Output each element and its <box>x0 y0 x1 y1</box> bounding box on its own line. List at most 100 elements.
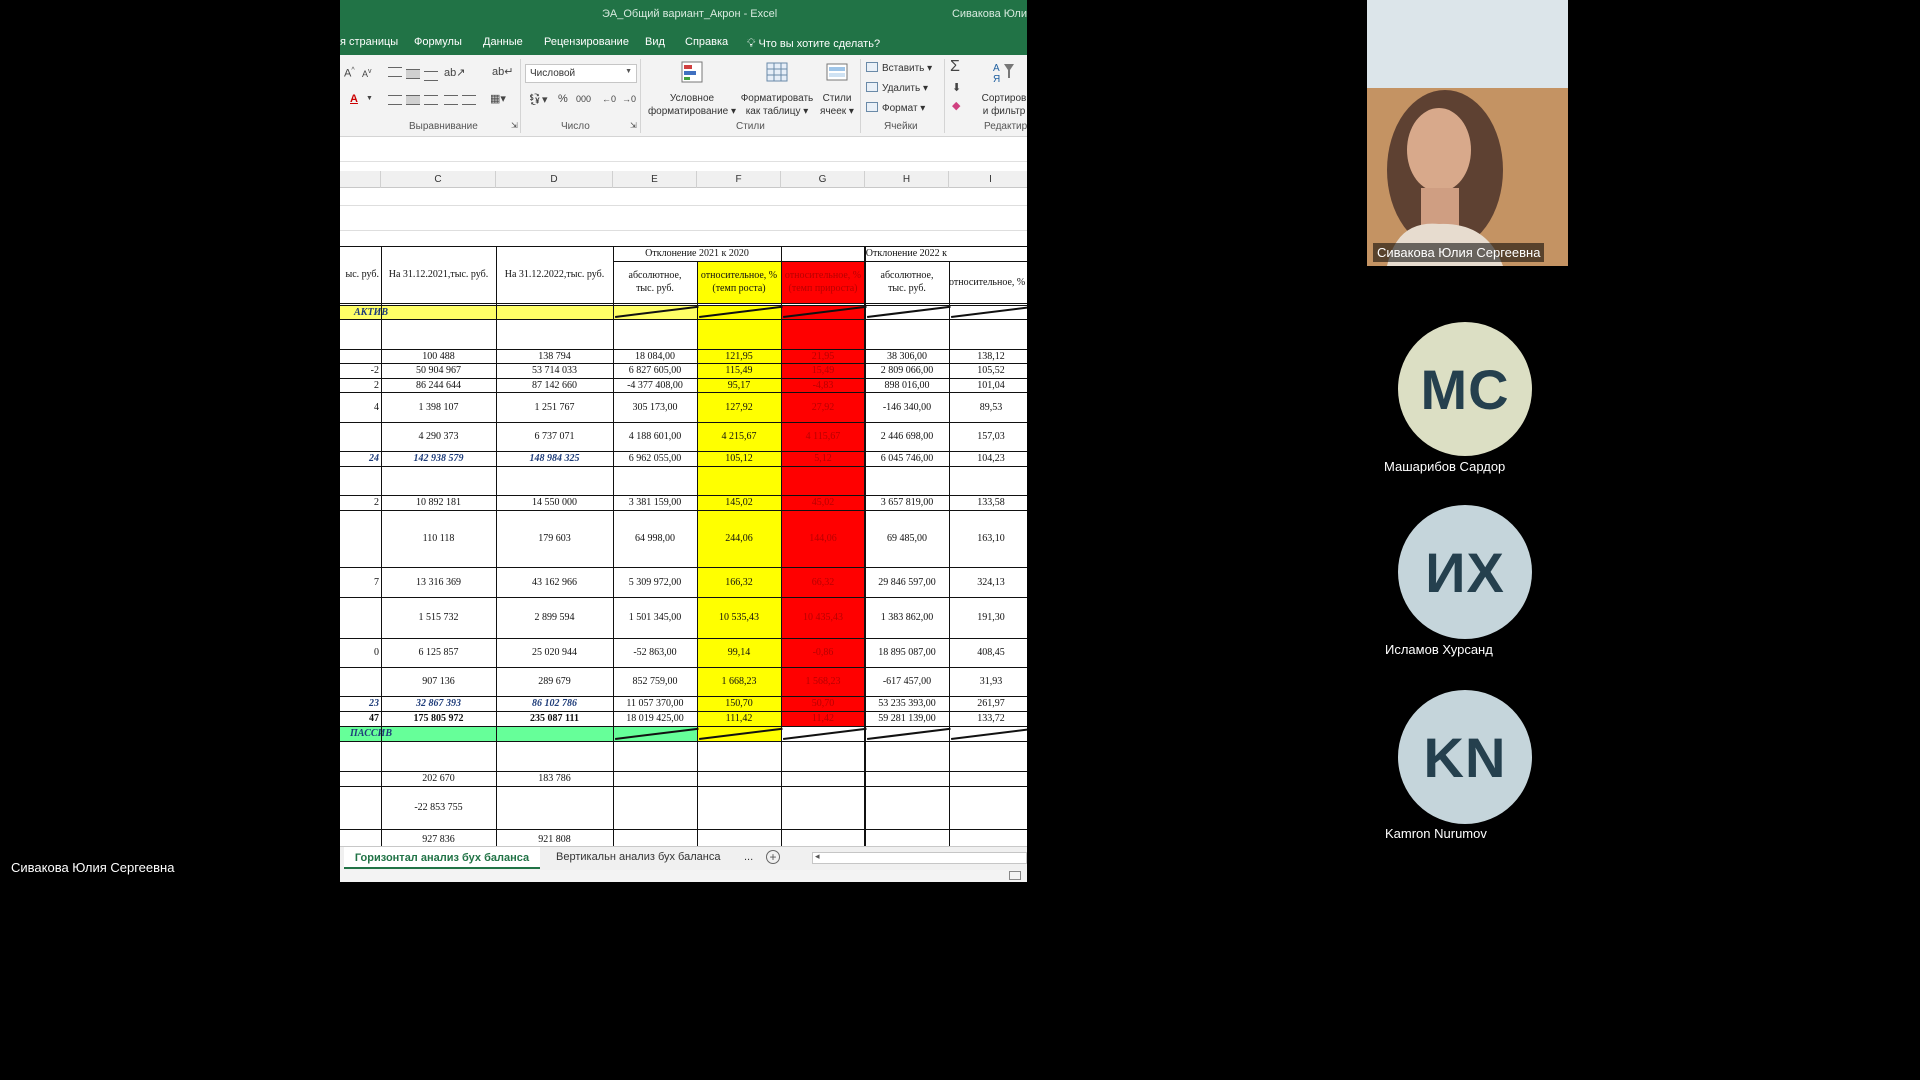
table-cell[interactable]: 4 115,67 <box>781 422 865 451</box>
table-cell[interactable]: 100 488 <box>381 349 496 363</box>
format-cells-button[interactable]: Формат ▾ <box>866 102 925 114</box>
table-cell[interactable]: 898 016,00 <box>865 378 949 392</box>
table-cell[interactable]: -22 853 755 <box>381 786 496 829</box>
table-cell[interactable]: 921 808 <box>496 829 613 846</box>
table-cell[interactable]: 47 <box>340 711 381 726</box>
table-cell[interactable]: 86 102 786 <box>496 696 613 711</box>
table-cell[interactable] <box>496 786 613 829</box>
header-cell[interactable]: Отклонение 2021 к 2020 <box>613 246 781 261</box>
table-cell[interactable]: 138 794 <box>496 349 613 363</box>
avatar[interactable]: KN <box>1398 690 1532 824</box>
avatar[interactable]: МС <box>1398 322 1532 456</box>
header-cell[interactable]: На 31.12.2021,тыс. руб. <box>381 246 496 303</box>
column-header-f[interactable]: F <box>697 171 781 188</box>
table-cell[interactable]: 1 383 862,00 <box>865 597 949 638</box>
table-cell[interactable]: 145,02 <box>697 495 781 510</box>
table-cell[interactable]: 10 435,43 <box>781 597 865 638</box>
table-cell[interactable]: 202 670 <box>381 771 496 786</box>
table-cell[interactable] <box>340 422 381 451</box>
table-cell[interactable] <box>496 466 613 495</box>
insert-cells-button[interactable]: Вставить ▾ <box>866 62 932 74</box>
table-cell[interactable]: 89,53 <box>949 392 1027 422</box>
formula-bar[interactable] <box>340 138 1027 162</box>
more-sheets-button[interactable]: ... <box>744 851 753 863</box>
table-cell[interactable]: 11 057 370,00 <box>613 696 697 711</box>
table-cell[interactable]: 111,42 <box>697 711 781 726</box>
sheet-tab-horizontal[interactable]: Горизонтал анализ бух баланса <box>344 847 540 869</box>
table-cell[interactable]: -52 863,00 <box>613 638 697 667</box>
table-cell[interactable]: 3 381 159,00 <box>613 495 697 510</box>
table-cell[interactable] <box>949 466 1027 495</box>
tab-formulas[interactable]: Формулы <box>414 36 462 48</box>
sheet-tab-vertical[interactable]: Вертикальн анализ бух баланса <box>556 851 720 863</box>
table-cell[interactable]: 163,10 <box>949 510 1027 567</box>
table-cell[interactable]: 144,06 <box>781 510 865 567</box>
delete-cells-button[interactable]: Удалить ▾ <box>866 82 928 94</box>
table-cell[interactable]: 1 398 107 <box>381 392 496 422</box>
align-left-icon[interactable] <box>388 95 402 105</box>
table-cell[interactable]: 105,12 <box>697 451 781 466</box>
table-cell[interactable]: 324,13 <box>949 567 1027 597</box>
account-name[interactable]: Сивакова Юли <box>952 8 1027 20</box>
orientation-icon[interactable]: ab↗ <box>444 66 465 79</box>
dialog-launcher-icon[interactable]: ⇲ <box>630 121 637 130</box>
cell-styles-button[interactable]: Стили ячеек ▾ <box>816 60 858 118</box>
table-cell[interactable]: 183 786 <box>496 771 613 786</box>
table-cell[interactable]: 18 084,00 <box>613 349 697 363</box>
table-cell[interactable]: 2 <box>340 495 381 510</box>
avatar[interactable]: ИХ <box>1398 505 1532 639</box>
table-cell[interactable]: 29 846 597,00 <box>865 567 949 597</box>
table-cell[interactable]: 157,03 <box>949 422 1027 451</box>
table-cell[interactable]: 148 984 325 <box>496 451 613 466</box>
table-cell[interactable]: 18 019 425,00 <box>613 711 697 726</box>
header-cell[interactable]: На 31.12.2022,тыс. руб. <box>496 246 613 303</box>
table-cell[interactable]: 1 501 345,00 <box>613 597 697 638</box>
table-cell[interactable]: 6 045 746,00 <box>865 451 949 466</box>
decrease-decimal-icon[interactable]: →0 <box>622 94 636 104</box>
table-cell[interactable] <box>340 597 381 638</box>
table-cell[interactable]: 18 895 087,00 <box>865 638 949 667</box>
table-cell[interactable]: 121,95 <box>697 349 781 363</box>
table-cell[interactable]: 53 714 033 <box>496 363 613 378</box>
table-cell[interactable]: 86 244 644 <box>381 378 496 392</box>
table-cell[interactable]: 4 188 601,00 <box>613 422 697 451</box>
table-cell[interactable]: 64 998,00 <box>613 510 697 567</box>
table-cell[interactable]: -617 457,00 <box>865 667 949 696</box>
align-center-icon[interactable] <box>406 95 420 105</box>
align-right-icon[interactable] <box>424 95 438 105</box>
column-header-c[interactable]: C <box>381 171 496 188</box>
table-cell[interactable]: -4,83 <box>781 378 865 392</box>
header-cell[interactable]: относительное, % (темп роста) <box>949 261 1027 303</box>
table-cell[interactable]: 1 668,23 <box>697 667 781 696</box>
table-cell[interactable]: 101,04 <box>949 378 1027 392</box>
merge-center-icon[interactable]: ▦▾ <box>490 92 506 105</box>
table-cell[interactable]: 15,49 <box>781 363 865 378</box>
table-cell[interactable]: 7 <box>340 567 381 597</box>
table-cell[interactable]: 852 759,00 <box>613 667 697 696</box>
table-cell[interactable]: 50,70 <box>781 696 865 711</box>
table-cell[interactable]: 95,17 <box>697 378 781 392</box>
indent-decrease-icon[interactable] <box>444 95 458 105</box>
table-cell[interactable]: 1 515 732 <box>381 597 496 638</box>
table-cell[interactable]: 14 550 000 <box>496 495 613 510</box>
table-cell[interactable]: 1 568,23 <box>781 667 865 696</box>
align-top-icon[interactable] <box>388 67 402 77</box>
table-cell[interactable]: 133,72 <box>949 711 1027 726</box>
table-cell[interactable]: 927 836 <box>381 829 496 846</box>
tab-page-layout[interactable]: я страницы <box>340 36 398 48</box>
table-cell[interactable]: 235 087 111 <box>496 711 613 726</box>
table-cell[interactable]: 150,70 <box>697 696 781 711</box>
table-cell[interactable]: 104,23 <box>949 451 1027 466</box>
table-cell[interactable]: 11,42 <box>781 711 865 726</box>
table-cell[interactable] <box>496 741 613 771</box>
table-cell[interactable]: 142 938 579 <box>381 451 496 466</box>
table-cell[interactable]: 1 251 767 <box>496 392 613 422</box>
column-header-g[interactable]: G <box>781 171 865 188</box>
table-cell[interactable]: 2 899 594 <box>496 597 613 638</box>
table-cell[interactable]: 261,97 <box>949 696 1027 711</box>
table-cell[interactable]: 43 162 966 <box>496 567 613 597</box>
table-cell[interactable]: 38 306,00 <box>865 349 949 363</box>
table-cell[interactable]: 110 118 <box>381 510 496 567</box>
table-cell[interactable]: 66,32 <box>781 567 865 597</box>
conditional-formatting-button[interactable]: Условное форматирование ▾ <box>646 60 738 118</box>
